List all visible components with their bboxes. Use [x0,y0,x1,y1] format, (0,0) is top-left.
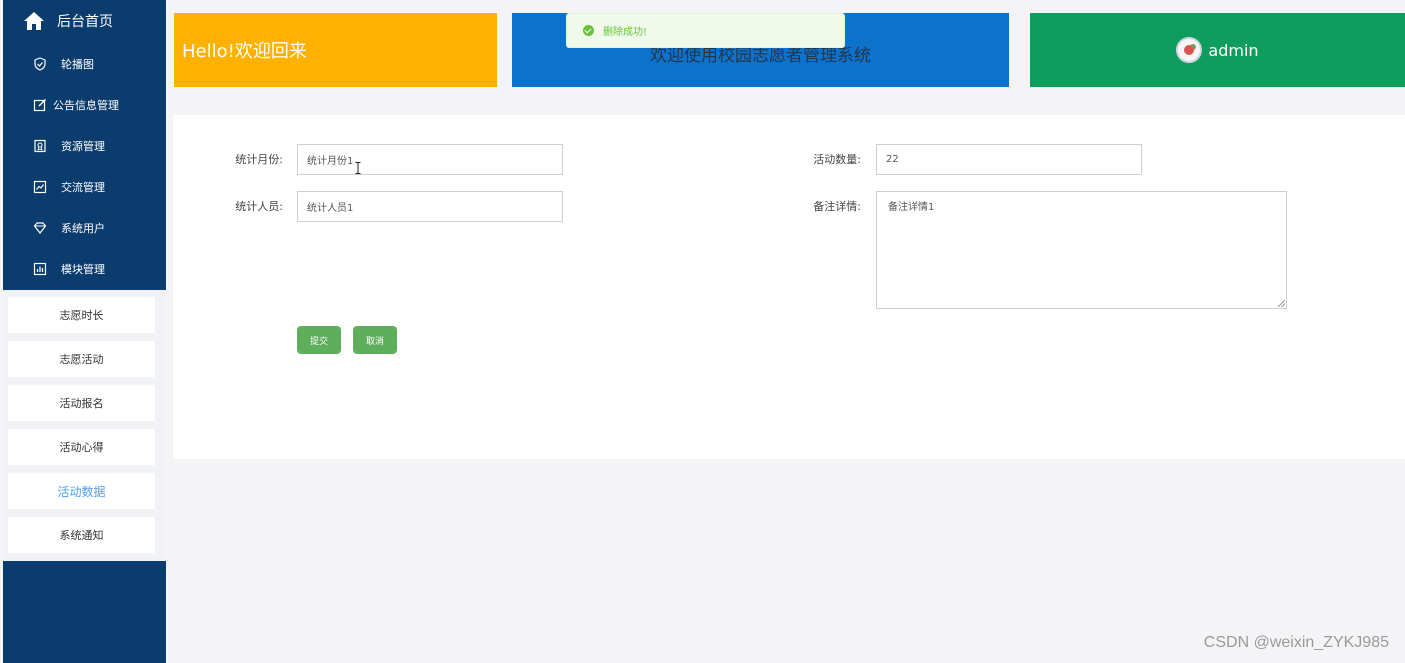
count-input[interactable]: 22 [876,144,1142,175]
shield-icon [33,56,47,71]
remark-label: 备注详情: [813,200,861,213]
submenu-item-volunteer-activities[interactable]: 志愿活动 [8,341,155,377]
sidebar-item-label: 模块管理 [61,262,105,276]
user-tile[interactable]: admin [1030,13,1405,87]
sidebar-item-label: 轮播图 [61,57,94,71]
month-input[interactable]: 统计月份1 [297,144,563,175]
resize-grip-icon[interactable] [1278,300,1285,307]
submenu-item-activity-signup[interactable]: 活动报名 [8,385,155,421]
toast-message: 删除成功! [603,27,648,38]
edit-icon [33,98,47,112]
sidebar-item-notice[interactable]: 公告信息管理 [3,84,166,125]
success-toast: 删除成功! [566,13,845,48]
submenu-item-volunteer-hours[interactable]: 志愿时长 [8,297,155,333]
cancel-button[interactable]: 取消 [353,326,397,354]
sidebar-item-resources[interactable]: 资源管理 [3,125,166,166]
submit-button[interactable]: 提交 [297,326,341,354]
chart-line-icon [33,180,47,194]
month-label: 统计月份: [235,153,283,166]
sidebar-home-label: 后台首页 [57,14,113,30]
staff-input[interactable]: 统计人员1 [297,191,563,222]
avatar [1176,37,1203,63]
submenu-item-system-notice[interactable]: 系统通知 [8,517,155,553]
sidebar-home[interactable]: 后台首页 [3,0,166,42]
badge-icon [33,139,47,153]
sidebar-item-exchange[interactable]: 交流管理 [3,166,166,207]
submenu-item-activity-reflections[interactable]: 活动心得 [8,429,155,465]
module-submenu: 志愿时长 志愿活动 活动报名 活动心得 活动数据 系统通知 [3,290,166,561]
hello-tile: Hello!欢迎回来 [174,13,497,87]
text-cursor-icon [355,162,361,174]
sidebar-item-modules[interactable]: 模块管理 [3,248,166,289]
sidebar-item-label: 交流管理 [61,180,105,194]
staff-label: 统计人员: [235,200,283,213]
remark-textarea[interactable]: 备注详情1 [876,191,1287,309]
check-circle-icon [583,25,594,36]
bar-chart-icon [33,262,47,276]
watermark: CSDN @weixin_ZYKJ985 [1203,634,1389,651]
username: admin [1208,40,1259,60]
hello-text: Hello!欢迎回来 [182,41,307,62]
submenu-item-activity-data[interactable]: 活动数据 [8,473,155,509]
count-label: 活动数量: [813,153,861,166]
sidebar-item-label: 系统用户 [61,221,105,235]
sidebar: 后台首页 轮播图 公告信息管理 资源管理 交流管理 系统用户 模块管理 志愿时长… [3,0,166,663]
sidebar-item-label: 资源管理 [61,139,105,153]
home-icon [23,11,45,31]
remark-text: 备注详情1 [888,202,935,213]
sidebar-item-users[interactable]: 系统用户 [3,207,166,248]
sidebar-item-label: 公告信息管理 [53,98,119,112]
diamond-icon [33,221,47,235]
sidebar-item-carousel[interactable]: 轮播图 [3,43,166,84]
